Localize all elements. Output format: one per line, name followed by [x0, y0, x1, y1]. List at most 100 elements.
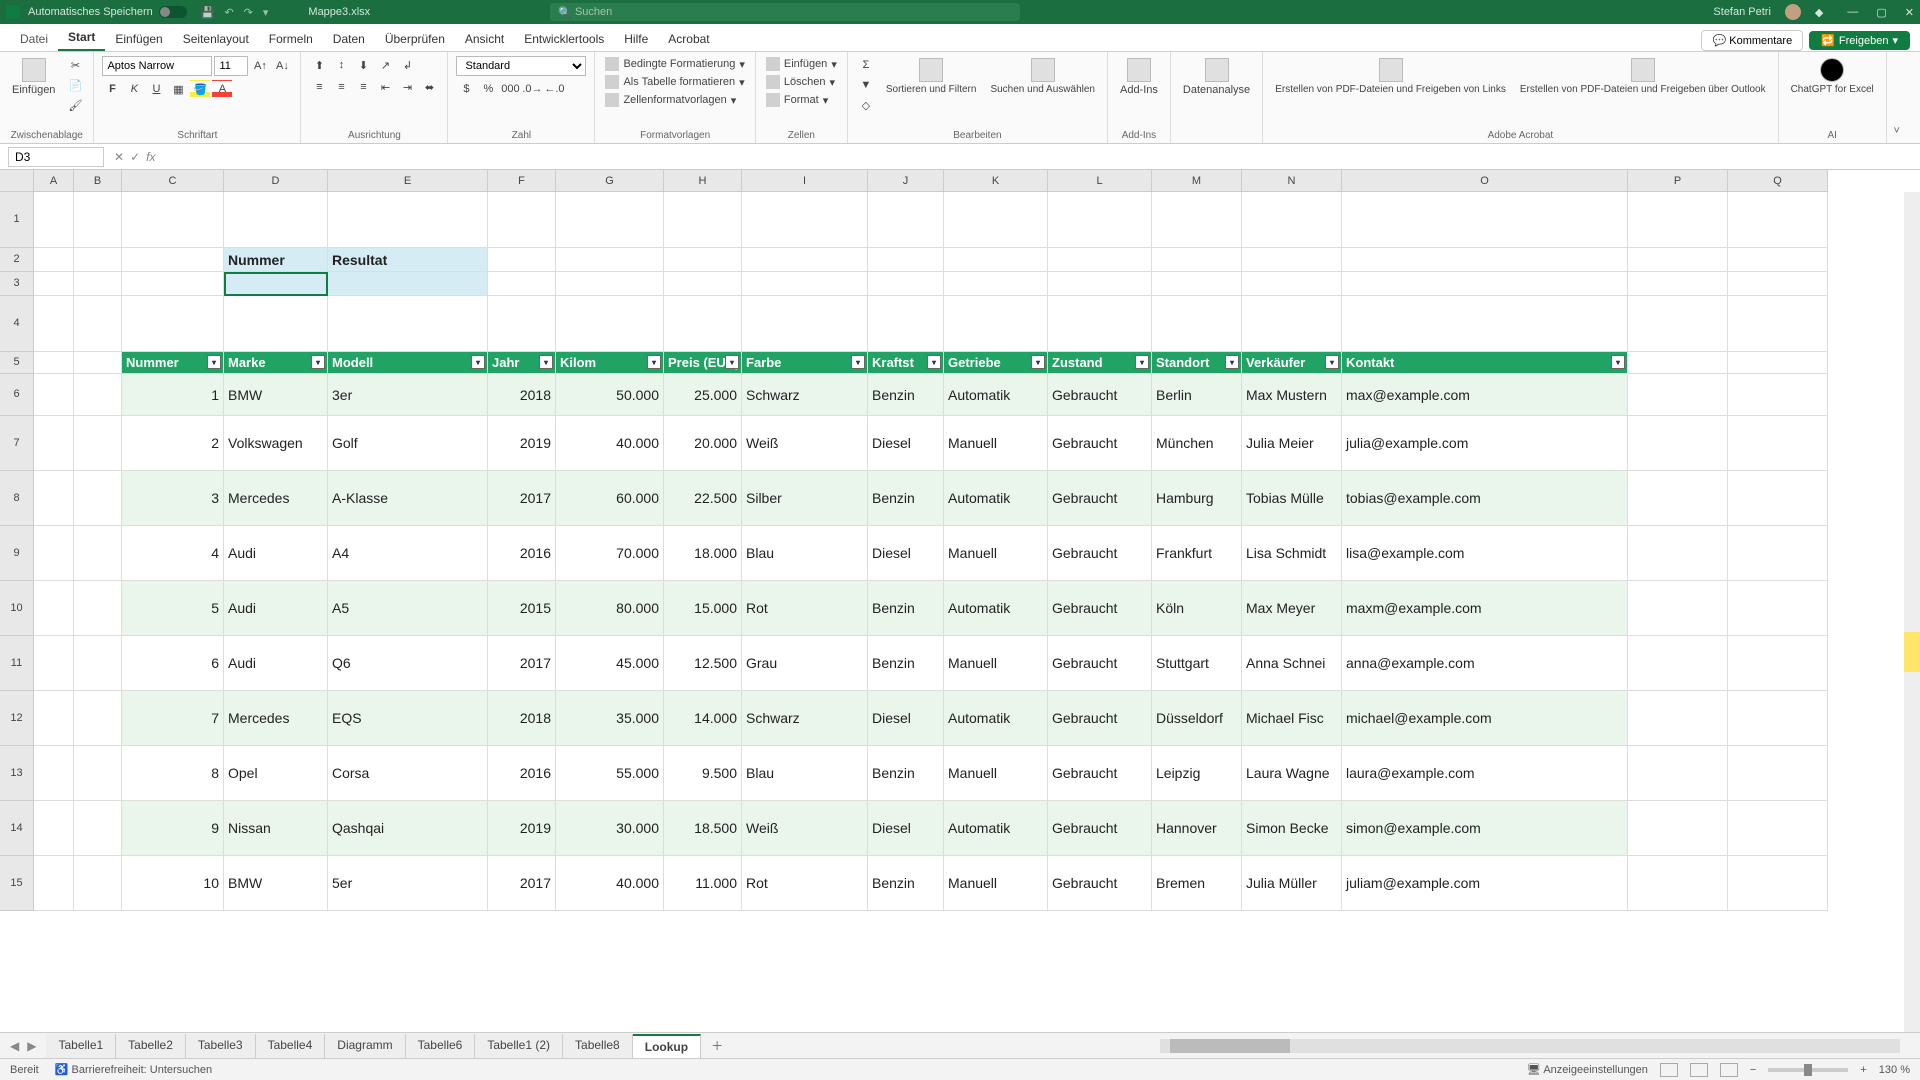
table-cell[interactable]: 70.000 — [556, 526, 664, 581]
cut-icon[interactable]: ✂ — [65, 56, 85, 74]
col-header-E[interactable]: E — [328, 170, 488, 192]
table-cell[interactable] — [74, 801, 122, 856]
table-cell[interactable] — [74, 416, 122, 471]
cell[interactable] — [944, 272, 1048, 296]
collapse-ribbon-icon[interactable]: ˅ — [1887, 52, 1907, 143]
tab-einfuegen[interactable]: Einfügen — [105, 27, 172, 51]
table-header-cell[interactable]: Getriebe▾ — [944, 352, 1048, 374]
avatar[interactable] — [1785, 4, 1801, 20]
align-right-icon[interactable]: ≡ — [353, 78, 373, 96]
table-cell[interactable]: Audi — [224, 581, 328, 636]
col-header-F[interactable]: F — [488, 170, 556, 192]
row-header-5[interactable]: 5 — [0, 352, 34, 374]
table-cell[interactable]: 80.000 — [556, 581, 664, 636]
table-cell[interactable]: Nissan — [224, 801, 328, 856]
table-cell[interactable]: Benzin — [868, 374, 944, 416]
table-header-cell[interactable] — [74, 352, 122, 374]
cell[interactable] — [742, 296, 868, 352]
table-header-cell[interactable] — [1628, 352, 1728, 374]
cell[interactable] — [1342, 192, 1628, 248]
table-cell[interactable]: Diesel — [868, 416, 944, 471]
normal-view-icon[interactable] — [1660, 1063, 1678, 1077]
table-cell[interactable] — [74, 691, 122, 746]
table-header-cell[interactable]: Kraftst▾ — [868, 352, 944, 374]
fill-color-icon[interactable]: 🪣 — [190, 80, 210, 98]
cell[interactable] — [868, 192, 944, 248]
table-cell[interactable]: Weiß — [742, 416, 868, 471]
filter-button[interactable]: ▾ — [647, 355, 661, 369]
col-header-N[interactable]: N — [1242, 170, 1342, 192]
zoom-level[interactable]: 130 % — [1879, 1064, 1910, 1076]
autosave-toggle[interactable]: Automatisches Speichern — [28, 6, 187, 18]
cell[interactable] — [944, 248, 1048, 272]
table-cell[interactable] — [34, 801, 74, 856]
cell[interactable] — [1728, 248, 1828, 272]
table-cell[interactable]: Gebraucht — [1048, 416, 1152, 471]
cell[interactable] — [664, 192, 742, 248]
cell[interactable] — [74, 272, 122, 296]
tab-datei[interactable]: Datei — [10, 27, 58, 51]
display-settings[interactable]: 🖥 Anzeigeeinstellungen — [1527, 1063, 1648, 1076]
table-cell[interactable] — [1728, 801, 1828, 856]
table-cell[interactable]: anna@example.com — [1342, 636, 1628, 691]
col-header-G[interactable]: G — [556, 170, 664, 192]
cell[interactable] — [328, 192, 488, 248]
cell[interactable] — [944, 296, 1048, 352]
table-cell[interactable]: 20.000 — [664, 416, 742, 471]
data-analysis-button[interactable]: Datenanalyse — [1179, 56, 1254, 98]
table-cell[interactable]: Julia Müller — [1242, 856, 1342, 911]
cancel-formula-icon[interactable]: ✕ — [114, 150, 124, 164]
fx-icon[interactable]: fx — [146, 150, 155, 164]
table-header-cell[interactable]: Preis (EUR)▾ — [664, 352, 742, 374]
table-cell[interactable]: Laura Wagne — [1242, 746, 1342, 801]
col-header-H[interactable]: H — [664, 170, 742, 192]
cell[interactable] — [74, 296, 122, 352]
table-cell[interactable]: 18.500 — [664, 801, 742, 856]
table-cell[interactable]: 12.500 — [664, 636, 742, 691]
decrease-decimal-icon[interactable]: ←.0 — [544, 80, 564, 98]
table-cell[interactable]: 50.000 — [556, 374, 664, 416]
sheet-tab-tabelle8[interactable]: Tabelle8 — [563, 1034, 633, 1058]
col-header-A[interactable]: A — [34, 170, 74, 192]
table-cell[interactable]: 2018 — [488, 374, 556, 416]
insert-cells-button[interactable]: Einfügen ▾ — [764, 56, 839, 72]
table-cell[interactable] — [34, 856, 74, 911]
cell[interactable]: Resultat — [328, 248, 488, 272]
table-cell[interactable]: Frankfurt — [1152, 526, 1242, 581]
col-header-D[interactable]: D — [224, 170, 328, 192]
table-cell[interactable]: Mercedes — [224, 691, 328, 746]
table-cell[interactable]: 18.000 — [664, 526, 742, 581]
cell[interactable] — [664, 272, 742, 296]
notification-icon[interactable]: ◆ — [1815, 6, 1823, 19]
table-cell[interactable]: Köln — [1152, 581, 1242, 636]
cell[interactable] — [742, 248, 868, 272]
table-cell[interactable]: Diesel — [868, 691, 944, 746]
table-cell[interactable] — [1728, 691, 1828, 746]
zoom-slider[interactable] — [1768, 1068, 1848, 1072]
decrease-indent-icon[interactable]: ⇤ — [375, 78, 395, 96]
cell[interactable] — [224, 192, 328, 248]
table-cell[interactable]: Diesel — [868, 801, 944, 856]
align-bottom-icon[interactable]: ⬇ — [353, 56, 373, 74]
table-header-cell[interactable]: Jahr▾ — [488, 352, 556, 374]
table-cell[interactable]: michael@example.com — [1342, 691, 1628, 746]
table-cell[interactable]: 55.000 — [556, 746, 664, 801]
table-cell[interactable]: Manuell — [944, 526, 1048, 581]
table-cell[interactable] — [1728, 416, 1828, 471]
scrollbar-thumb[interactable] — [1170, 1039, 1290, 1053]
table-cell[interactable] — [34, 471, 74, 526]
table-header-cell[interactable]: Standort▾ — [1152, 352, 1242, 374]
cell[interactable] — [34, 296, 74, 352]
cell[interactable] — [1242, 248, 1342, 272]
sheet-tab-diagramm[interactable]: Diagramm — [325, 1034, 405, 1058]
filter-button[interactable]: ▾ — [1611, 355, 1625, 369]
redo-icon[interactable]: ↷ — [244, 6, 253, 19]
sheet-prev-icon[interactable]: ◀ — [10, 1039, 19, 1053]
row-header-15[interactable]: 15 — [0, 856, 34, 911]
wrap-text-icon[interactable]: ↲ — [397, 56, 417, 74]
table-cell[interactable]: 7 — [122, 691, 224, 746]
table-cell[interactable]: 2018 — [488, 691, 556, 746]
table-cell[interactable] — [1628, 636, 1728, 691]
align-top-icon[interactable]: ⬆ — [309, 56, 329, 74]
table-cell[interactable]: 5er — [328, 856, 488, 911]
